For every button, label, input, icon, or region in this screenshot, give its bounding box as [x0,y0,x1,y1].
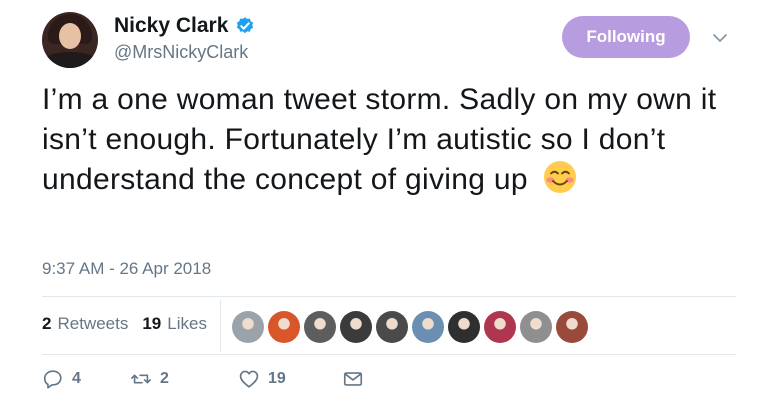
envelope-icon [343,372,363,386]
divider-bottom [42,354,736,355]
liker-avatar-9[interactable] [520,311,552,343]
tweet-text: I’m a one woman tweet storm. Sadly on my… [42,83,717,196]
avatar-body [42,52,98,68]
retweets-count: 2 [42,314,52,333]
like-action[interactable]: 19 [238,368,342,390]
likers-avatars [232,311,588,343]
likes-count: 19 [142,314,162,333]
likes-label: Likes [167,314,207,333]
likes-stat[interactable]: 19 Likes [142,314,207,334]
liker-avatar-5[interactable] [376,311,408,343]
like-count: 19 [268,370,286,387]
liker-avatar-6[interactable] [412,311,444,343]
chevron-down-icon[interactable] [710,28,730,48]
retweets-label: Retweets [57,314,129,333]
retweets-stat[interactable]: 2 Retweets [42,314,128,334]
retweet-icon [131,374,151,384]
liker-avatar-4[interactable] [340,311,372,343]
tweet-actions: 4 2 19 [42,368,364,390]
avatar[interactable] [42,12,98,68]
tweet-text-block: I’m a one woman tweet storm. Sadly on my… [42,80,742,200]
liker-avatar-10[interactable] [556,311,588,343]
reply-count: 4 [72,370,81,387]
author-name-row[interactable]: Nicky Clark [114,14,255,38]
verified-badge-icon [237,17,254,34]
retweet-count: 2 [160,370,169,387]
smiling-face-with-blush-emoji-icon [544,161,577,194]
liker-avatar-2[interactable] [268,311,300,343]
author-display-name[interactable]: Nicky Clark [114,14,228,38]
liker-avatar-3[interactable] [304,311,336,343]
retweet-action[interactable]: 2 [130,368,238,390]
author-handle[interactable]: @MrsNickyClark [114,42,248,63]
avatar-face [59,23,81,49]
tweet-card: Nicky Clark @MrsNickyClark Following I’m… [0,0,770,403]
divider-top [42,296,736,297]
heart-icon [239,370,259,388]
following-button[interactable]: Following [562,16,690,58]
liker-avatar-7[interactable] [448,311,480,343]
tweet-timestamp[interactable]: 9:37 AM - 26 Apr 2018 [42,259,211,279]
reply-action[interactable]: 4 [42,368,130,390]
reply-icon [43,370,62,389]
stats-separator [220,300,221,352]
engagement-stats: 2 Retweets 19 Likes [42,314,221,334]
liker-avatar-1[interactable] [232,311,264,343]
direct-message-action[interactable] [342,368,364,390]
liker-avatar-8[interactable] [484,311,516,343]
